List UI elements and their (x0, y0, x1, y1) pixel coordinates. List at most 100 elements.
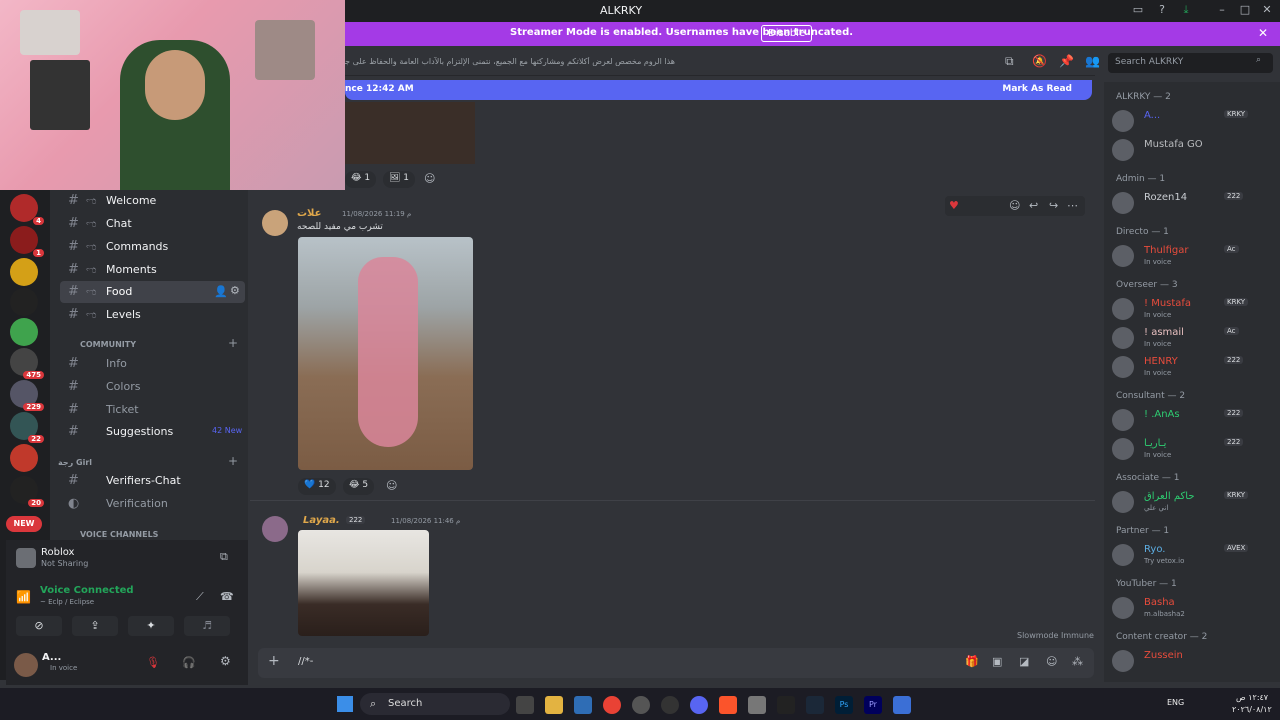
reaction[interactable]: 😂 5 (343, 478, 375, 495)
user-settings-icon[interactable]: ⚙ (220, 654, 231, 668)
clock-time[interactable]: ١٢:٤٧ ص (1236, 693, 1268, 702)
member-item[interactable]: Zussein (1112, 648, 1277, 676)
gif-icon[interactable]: ▣ (992, 655, 1002, 668)
category-community[interactable]: COMMUNITY (80, 340, 136, 349)
add-reaction-icon[interactable]: ☺ (386, 479, 397, 492)
inbox-icon[interactable]: ▭ (1130, 3, 1146, 19)
apps-icon[interactable]: ⁂ (1072, 655, 1083, 668)
add-channel-icon[interactable]: + (228, 336, 238, 350)
minimize-button[interactable]: – (1214, 3, 1230, 19)
server-icon[interactable]: 20 (10, 476, 44, 507)
deafen-icon[interactable]: 🎧 (182, 656, 196, 669)
invite-icon[interactable]: 👤 (214, 285, 228, 298)
add-reaction-icon[interactable]: ☺ (1009, 199, 1020, 212)
taskbar-search[interactable]: ⌕ Search (360, 693, 510, 715)
steam-icon[interactable] (661, 696, 679, 714)
maximize-button[interactable]: □ (1237, 3, 1253, 19)
windows-start-icon[interactable] (337, 696, 353, 712)
app-icon[interactable] (893, 696, 911, 714)
heart-reaction-icon[interactable]: ♥ (949, 199, 959, 212)
server-icon[interactable]: 22 (10, 412, 44, 443)
emoji-icon[interactable]: ☺ (1046, 655, 1057, 668)
server-icon[interactable] (10, 444, 38, 472)
disable-streamer-button[interactable]: Disable (761, 25, 813, 42)
pin-icon[interactable]: 📌 (1059, 54, 1075, 70)
channel-info[interactable]: # Info (60, 353, 245, 375)
new-badge[interactable]: NEW (6, 516, 42, 532)
premiere-icon[interactable]: Pr (864, 696, 882, 714)
upload-plus-icon[interactable]: + (268, 653, 280, 669)
app-icon[interactable] (632, 696, 650, 714)
message-input[interactable]: //*- (298, 656, 313, 667)
soundboard-button[interactable]: ♬ (184, 616, 230, 636)
snack-image[interactable] (298, 530, 429, 636)
channel-welcome[interactable]: # ಌ Welcome (60, 190, 245, 212)
avatar[interactable] (14, 653, 38, 677)
channel-food[interactable]: # ಌ Food 👤 ⚙ (60, 281, 245, 303)
mute-icon[interactable]: 🔕 (1032, 54, 1048, 70)
channel-levels[interactable]: # ಌ Levels (60, 304, 245, 326)
server-icon[interactable]: 229 (10, 380, 44, 411)
member-item[interactable]: حاكم العراق KRKY اني علي (1112, 489, 1277, 517)
photoshop-icon[interactable]: Ps (835, 696, 853, 714)
mic-muted-icon[interactable]: 🎙 (146, 656, 160, 669)
reply-icon[interactable]: ↩ (1029, 199, 1038, 212)
member-item[interactable]: Mustafa GO (1112, 137, 1277, 165)
help-icon[interactable]: ? (1154, 3, 1170, 19)
server-icon[interactable]: 475 (10, 348, 44, 379)
settings-gear-icon[interactable]: ⚙ (230, 284, 240, 297)
channel-verifiers-chat[interactable]: # Verifiers-Chat (60, 470, 245, 492)
message-author[interactable]: Layaa. (303, 515, 340, 526)
language-indicator[interactable]: ENG (1167, 698, 1184, 707)
message-composer[interactable]: + //*- 🎁 ▣ ◪ ☺ ⁂ (258, 648, 1094, 678)
sticker-icon[interactable]: ◪ (1019, 655, 1029, 668)
server-icon[interactable] (10, 258, 38, 286)
brave-icon[interactable] (719, 696, 737, 714)
store-icon[interactable] (574, 696, 592, 714)
gift-icon[interactable]: 🎁 (965, 655, 979, 668)
channel-topic[interactable]: هذا الروم مخصص لعرض أكلاتكم ومشاركتها مع… (345, 57, 675, 66)
new-messages-bar[interactable]: nce 12:42 AM Mark As Read (345, 80, 1092, 100)
member-item[interactable]: Rozen14 222 (1112, 190, 1277, 218)
channel-suggestions[interactable]: # Suggestions 42 New (60, 421, 245, 443)
member-item[interactable]: HENRY 222 In voice (1112, 354, 1277, 382)
member-item[interactable]: ! .AnAs 222 (1112, 407, 1277, 435)
close-window-button[interactable]: ✕ (1259, 3, 1275, 19)
capcut-icon[interactable] (777, 696, 795, 714)
clock-date[interactable]: ٢٠٢٦/٠٨/١٢ (1232, 705, 1272, 714)
channel-verification[interactable]: ◐ Verification (60, 493, 245, 515)
mark-as-read-button[interactable]: Mark As Read (1002, 84, 1072, 94)
share-screen-button[interactable]: ⇪ (72, 616, 118, 636)
threads-icon[interactable]: ⧉ (1005, 54, 1021, 70)
download-icon[interactable]: ⤓ (1178, 3, 1194, 19)
category-voice[interactable]: VOICE CHANNELS (80, 530, 158, 539)
more-icon[interactable]: ⋯ (1067, 199, 1078, 212)
steam-icon[interactable] (806, 696, 824, 714)
member-item[interactable]: ! Mustafa KRKY In voice (1112, 296, 1277, 324)
reaction[interactable]: 🖼 1 (383, 171, 416, 188)
members-icon[interactable]: 👥 (1085, 54, 1101, 70)
avatar[interactable] (262, 210, 288, 236)
reaction[interactable]: 😂 1 (345, 171, 377, 188)
task-view-icon[interactable] (516, 696, 534, 714)
disconnect-icon[interactable]: ☎ (220, 590, 234, 603)
member-item[interactable]: يـاريـا 222 In voice (1112, 436, 1277, 464)
category-girl[interactable]: رجة Girl (58, 458, 92, 467)
server-icon[interactable]: 1 (10, 226, 44, 257)
add-channel-icon[interactable]: + (228, 454, 238, 468)
add-reaction-icon[interactable]: ☺ (424, 172, 435, 185)
member-item[interactable]: ! asmail Ac In voice (1112, 325, 1277, 353)
discord-icon[interactable] (690, 696, 708, 714)
noise-suppression-icon[interactable]: ⟋ (196, 590, 204, 604)
member-item[interactable]: Thulfigar Ac In voice (1112, 243, 1277, 271)
message-author[interactable]: علات (297, 208, 321, 219)
server-icon[interactable]: 4 (10, 194, 44, 225)
server-icon[interactable] (10, 318, 38, 346)
activities-button[interactable]: ✦ (128, 616, 174, 636)
reaction[interactable]: 💙 12 (298, 478, 336, 495)
file-explorer-icon[interactable] (545, 696, 563, 714)
server-icon[interactable] (10, 288, 38, 316)
forward-icon[interactable]: ↪ (1049, 199, 1058, 212)
screen-share-icon[interactable]: ⧉ (220, 550, 228, 564)
channel-commands[interactable]: # ಌ Commands (60, 236, 245, 258)
